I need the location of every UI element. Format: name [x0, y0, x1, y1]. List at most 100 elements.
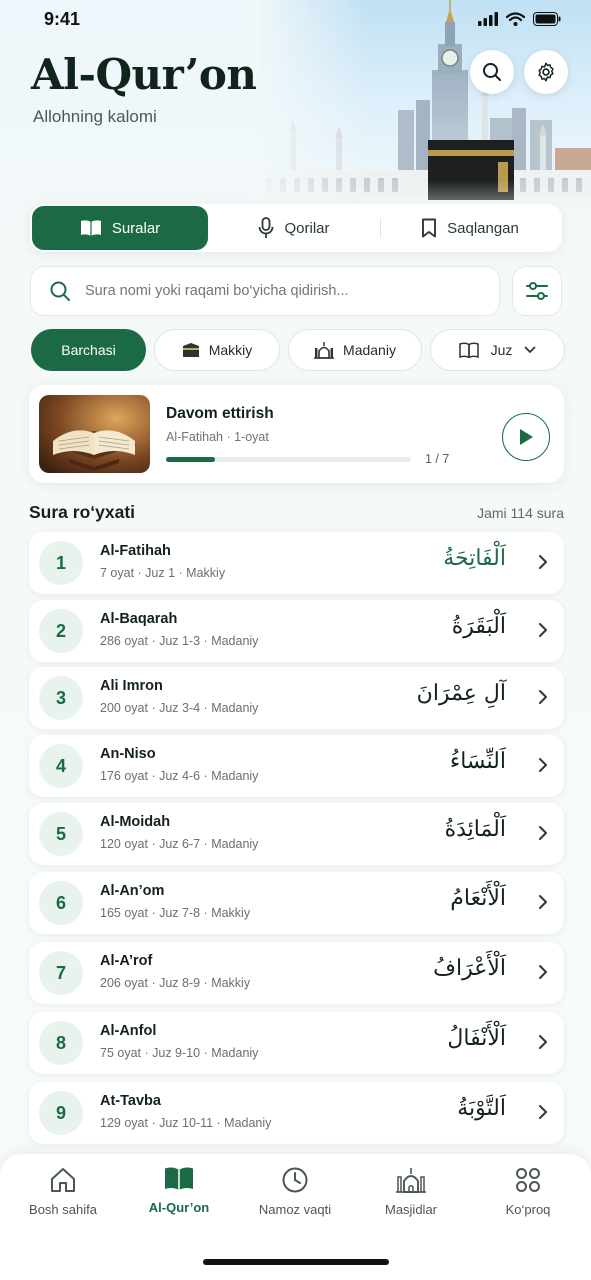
search-button[interactable]: [470, 50, 514, 94]
surah-row[interactable]: 4 An-Niso 176 oyat · Juz 4-6 · Madaniy اَلن…: [29, 735, 564, 797]
meta-separator: ·: [147, 906, 160, 920]
surah-meta: 129 oyat · Juz 10-11 · Madaniy: [100, 1116, 271, 1130]
surah-meta: 206 oyat · Juz 8-9 · Makkiy: [100, 976, 250, 990]
section-tabs: Suralar Qorilar Saqlangan: [30, 204, 562, 252]
chevron-right-icon: [539, 895, 547, 909]
filter-button[interactable]: [512, 266, 562, 316]
chevron-right-icon: [539, 826, 547, 840]
tab-saqlangan-label: Saqlangan: [447, 219, 519, 237]
surah-meta: 165 oyat · Juz 7-8 · Makkiy: [100, 906, 250, 920]
continue-reading-card[interactable]: Davom ettirish Al-Fatihah · 1-oyat 1 / 7: [29, 385, 564, 483]
surah-meta: 75 oyat · Juz 9-10 · Madaniy: [100, 1046, 258, 1060]
mosque-icon: [396, 1168, 426, 1193]
chip-makkiy[interactable]: Makkiy: [154, 329, 280, 371]
meta-separator: ·: [200, 837, 212, 851]
search-icon: [50, 281, 70, 301]
chip-juz-label: Juz: [490, 342, 513, 358]
chip-juz[interactable]: Juz: [430, 329, 565, 371]
open-book-icon: [80, 220, 101, 236]
meta-separator: ·: [200, 701, 212, 715]
tab-suralar[interactable]: Suralar: [32, 206, 208, 250]
meta-separator: ·: [147, 769, 160, 783]
surah-juz: Juz 8-9: [159, 976, 201, 990]
nav-masjidlar-label: Masjidlar: [384, 1202, 437, 1217]
meta-separator: ·: [147, 837, 160, 851]
surah-arabic-name: اَلتَّوْبَةُ: [457, 1096, 506, 1121]
surah-name: Al-Baqarah: [100, 611, 178, 627]
nav-koproq[interactable]: Ko‘proq: [469, 1166, 587, 1230]
surah-arabic-name: اَلْأَنْعَامُ: [450, 886, 506, 911]
meta-separator: ·: [175, 566, 187, 580]
meta-separator: ·: [200, 976, 212, 990]
surah-row[interactable]: 8 Al-Anfol 75 oyat · Juz 9-10 · Madaniy اَل…: [29, 1012, 564, 1074]
chevron-right-icon: [539, 623, 547, 637]
surah-arabic-name: اَلْأَعْرَافُ: [433, 956, 506, 981]
surah-type: Madaniy: [224, 1116, 272, 1130]
surah-row[interactable]: 7 Al-A’rof 206 oyat · Juz 8-9 · Makkiy اَلْ…: [29, 942, 564, 1004]
surah-meta: 120 oyat · Juz 6-7 · Madaniy: [100, 837, 258, 851]
chip-barchasi[interactable]: Barchasi: [31, 329, 146, 371]
surah-row[interactable]: 2 Al-Baqarah 286 oyat · Juz 1-3 · Madaniy ا…: [29, 600, 564, 662]
surah-row[interactable]: 6 Al-An’om 165 oyat · Juz 7-8 · Makkiy اَلْ…: [29, 872, 564, 934]
meta-separator: ·: [200, 1046, 212, 1060]
surah-arabic-name: اَلْمَائِدَةُ: [444, 817, 506, 842]
surah-number: 7: [39, 951, 83, 995]
surah-ayahs: 129 oyat: [100, 1116, 148, 1130]
page-subtitle: Allohning kalomi: [33, 107, 157, 126]
grid-icon: [516, 1168, 540, 1192]
surah-meta: 7 oyat · Juz 1 · Makkiy: [100, 566, 225, 580]
tab-saqlangan[interactable]: Saqlangan: [381, 206, 559, 250]
wifi-icon: [506, 12, 525, 26]
surah-juz: Juz 6-7: [159, 837, 201, 851]
meta-separator: ·: [213, 1116, 225, 1130]
chip-makkiy-label: Makkiy: [208, 342, 253, 358]
surah-row[interactable]: 3 Ali Imron 200 oyat · Juz 3-4 · Madaniy آل…: [29, 667, 564, 729]
tab-suralar-label: Suralar: [111, 219, 161, 237]
nav-al-quron[interactable]: Al-Qur’on: [120, 1166, 238, 1230]
progress-fill: [166, 457, 215, 462]
surah-name: An-Niso: [100, 746, 156, 762]
tab-qorilar[interactable]: Qorilar: [208, 206, 380, 250]
nav-namoz-vaqti-label: Namoz vaqti: [258, 1202, 332, 1217]
mosque-icon: [314, 342, 335, 359]
continue-title: Davom ettirish: [166, 405, 274, 422]
quran-thumbnail: [39, 395, 150, 473]
settings-button[interactable]: [524, 50, 568, 94]
chip-madaniy-label: Madaniy: [343, 342, 396, 358]
home-icon: [51, 1168, 75, 1192]
surah-arabic-name: اَلنِّسَاءُ: [449, 749, 506, 774]
surah-number: 8: [39, 1021, 83, 1065]
surah-type: Madaniy: [211, 769, 259, 783]
surah-meta: 286 oyat · Juz 1-3 · Madaniy: [100, 634, 258, 648]
surah-type: Makkiy: [211, 906, 251, 920]
progress-track: [166, 457, 411, 462]
chevron-down-icon: [524, 346, 536, 353]
surah-number: 4: [39, 744, 83, 788]
page-title: Al-Qur’on: [31, 50, 257, 99]
nav-masjidlar[interactable]: Masjidlar: [352, 1166, 470, 1230]
surah-row[interactable]: 9 At-Tavba 129 oyat · Juz 10-11 · Madaniy ا…: [29, 1082, 564, 1144]
meta-separator: ·: [147, 634, 160, 648]
nav-al-quron-label: Al-Qur’on: [148, 1200, 210, 1215]
surah-number: 9: [39, 1091, 83, 1135]
search-input[interactable]: [85, 283, 475, 299]
book-icon: [458, 342, 479, 358]
meta-separator: ·: [147, 701, 160, 715]
play-button[interactable]: [502, 413, 550, 461]
meta-separator: ·: [141, 1046, 153, 1060]
nav-namoz-vaqti[interactable]: Namoz vaqti: [236, 1166, 354, 1230]
surah-number: 6: [39, 881, 83, 925]
continue-subtitle: Al-Fatihah · 1-oyat: [166, 430, 269, 444]
nav-bosh-sahifa[interactable]: Bosh sahifa: [4, 1166, 122, 1230]
search-icon: [483, 63, 501, 81]
gear-icon: [538, 62, 554, 82]
surah-arabic-name: اَلْأَنْفَالُ: [447, 1026, 506, 1051]
meta-separator: ·: [226, 430, 235, 444]
surah-ayahs: 75 oyat: [100, 1046, 142, 1060]
surah-type: Makkiy: [211, 976, 251, 990]
surah-name: Al-Fatihah: [100, 543, 171, 559]
surah-row[interactable]: 5 Al-Moidah 120 oyat · Juz 6-7 · Madaniy اَ…: [29, 803, 564, 865]
surah-name: Al-Moidah: [100, 814, 171, 830]
surah-row[interactable]: 1 Al-Fatihah 7 oyat · Juz 1 · Makkiy اَلْفَ…: [29, 532, 564, 594]
chip-madaniy[interactable]: Madaniy: [288, 329, 422, 371]
